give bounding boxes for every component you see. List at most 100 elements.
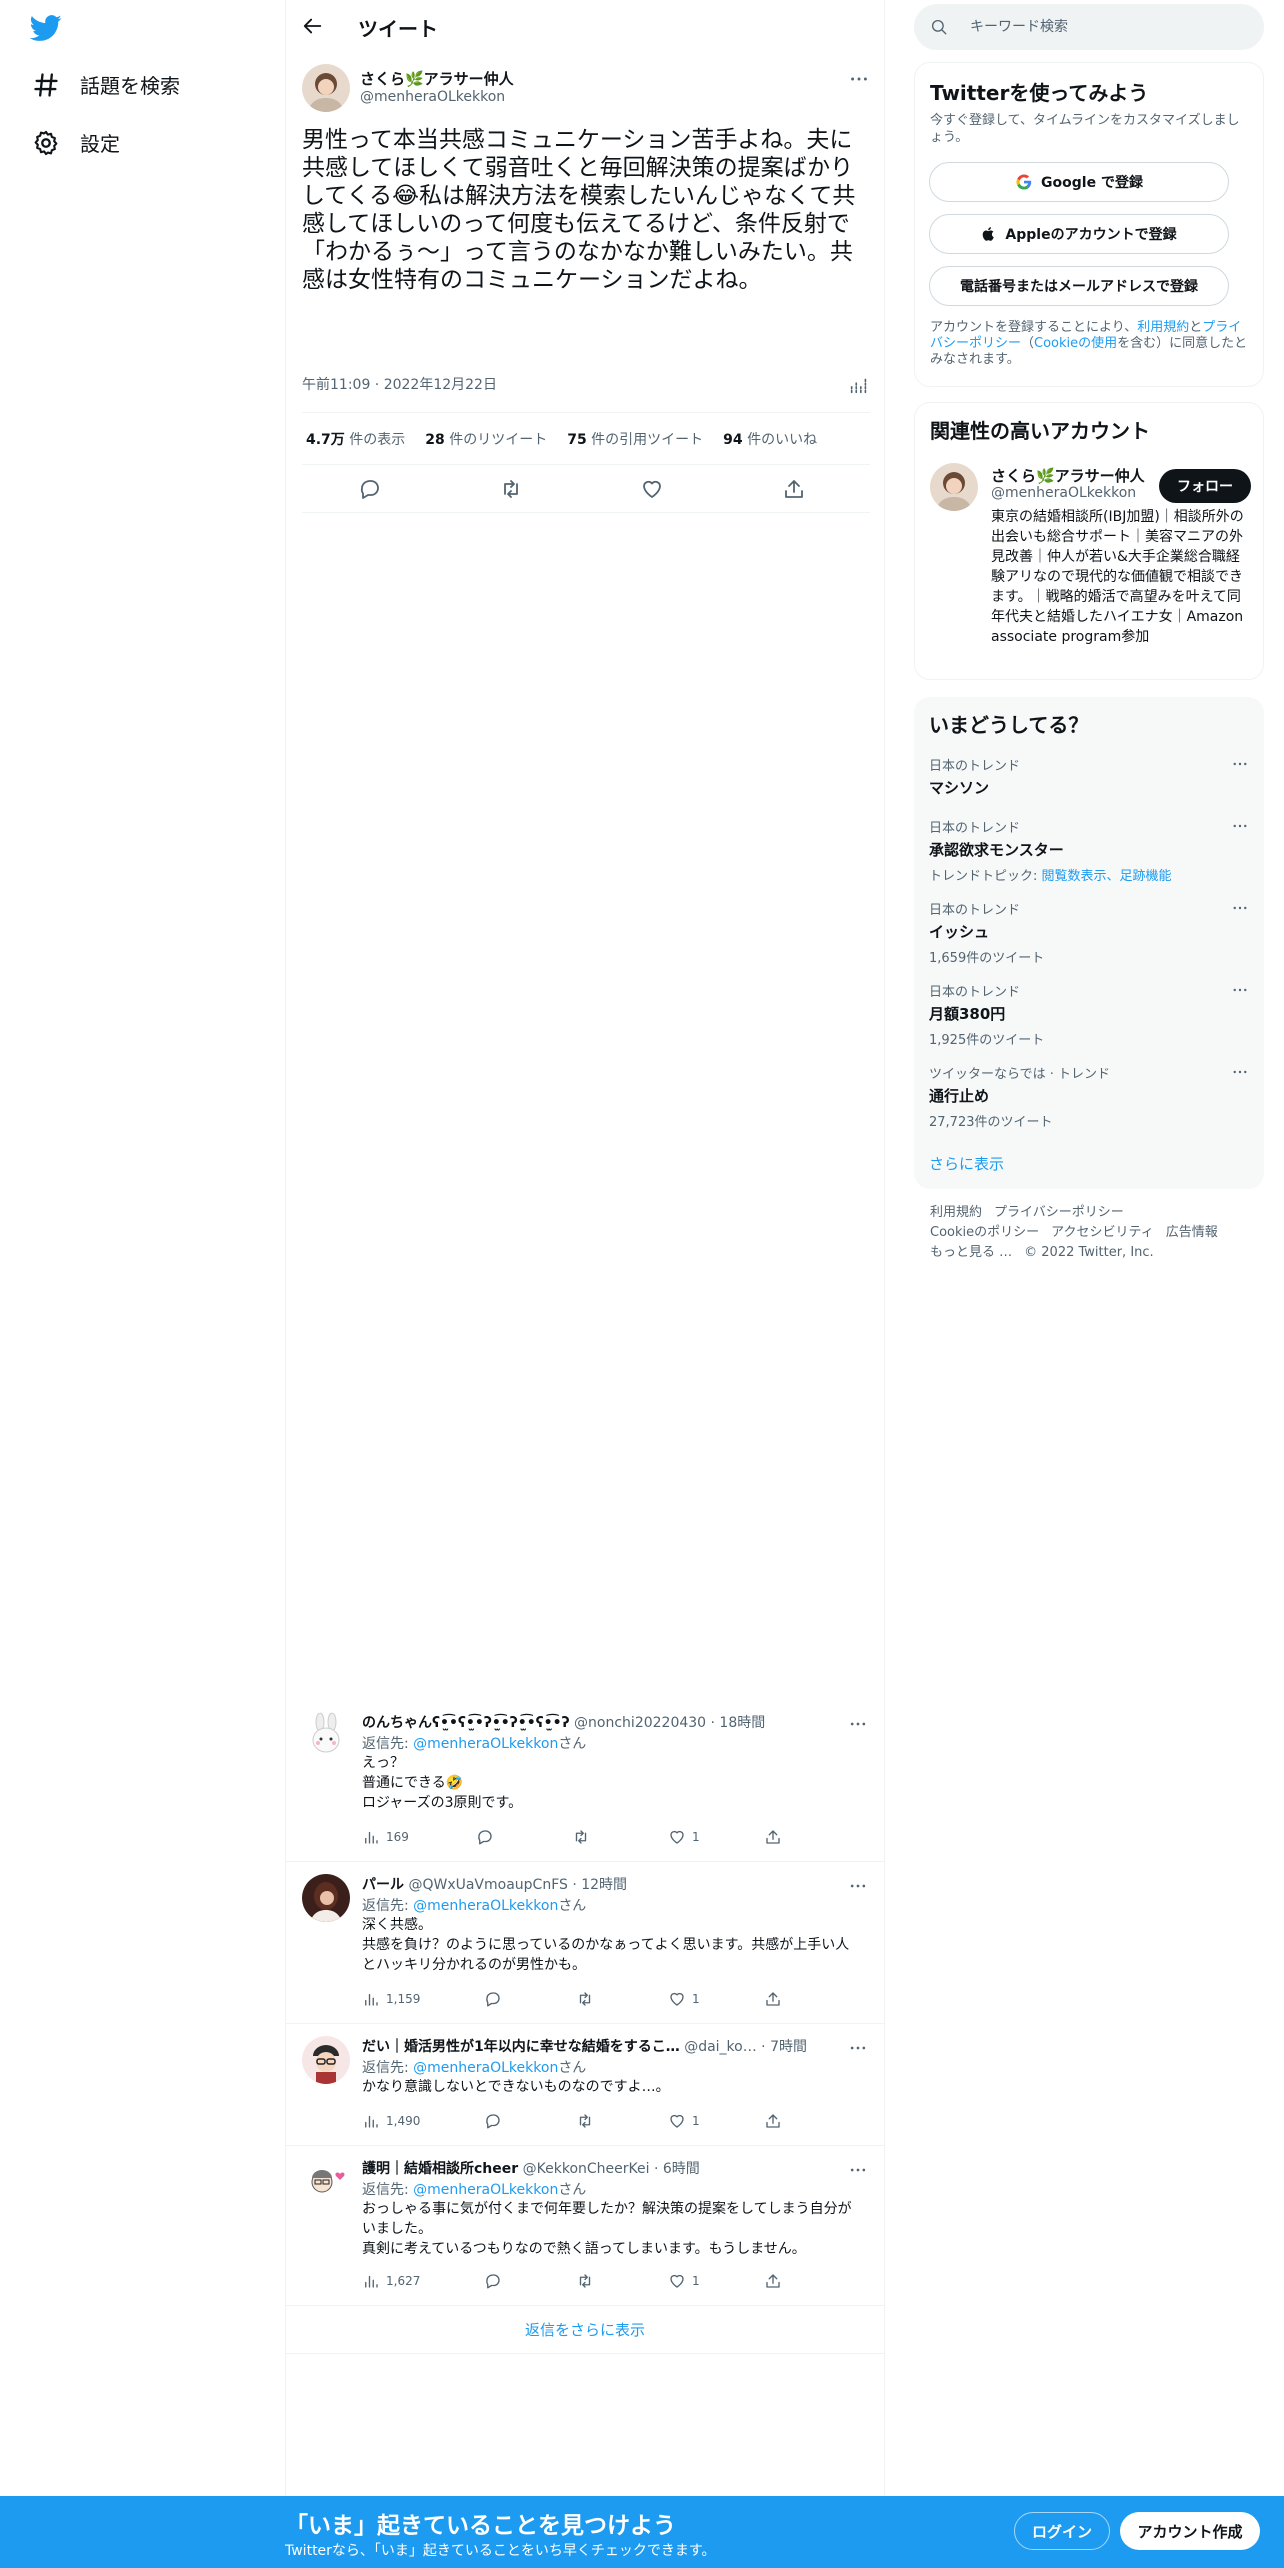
reply-item[interactable]: 護明｜結婚相談所cheer @KekkonCheerKei · 6時間 返信先:… [286,2146,884,2306]
reply-to-handle-link[interactable]: @menheraOLkekkon [413,1736,558,1752]
retweet-icon[interactable] [576,2272,594,2290]
avatar[interactable] [302,2036,350,2084]
share-icon[interactable] [764,2272,782,2290]
trend-category: ツイッターならでは · トレンド [929,1067,1111,1082]
analytics-icon[interactable] [848,374,870,396]
stat-views[interactable]: 4.7万 件の表示 [306,429,405,449]
more-options-icon[interactable] [848,1714,868,1734]
likes-count: 1 [692,2114,700,2128]
reply-icon[interactable] [484,2272,502,2290]
retweet-icon[interactable] [572,1828,590,1846]
related-account-name[interactable]: さくら🌿アラサー仲人 [991,465,1151,486]
more-options-icon[interactable] [1231,1063,1249,1081]
footer-link-accessibility[interactable]: アクセシビリティ [1051,1223,1154,1243]
trend-item[interactable]: 日本のトレンド マシソン [929,755,1249,798]
more-options-icon[interactable] [848,68,870,90]
create-account-button[interactable]: アカウント作成 [1120,2512,1260,2550]
retweet-icon[interactable] [499,477,523,501]
reply-icon[interactable] [476,1828,494,1846]
trend-name: 通行止め [929,1087,990,1105]
more-options-icon[interactable] [848,1876,868,1896]
search-bar[interactable] [914,4,1264,50]
reply-icon[interactable] [358,477,382,501]
avatar[interactable] [302,1874,350,1922]
login-button[interactable]: ログイン [1014,2512,1110,2550]
footer-link-terms[interactable]: 利用規約 [930,1203,982,1223]
cookie-link[interactable]: Cookieの使用 [1034,336,1117,351]
analytics-icon [365,2115,378,2128]
reply-actions: 1,490 1 [362,2112,822,2134]
more-options-icon[interactable] [1231,755,1249,773]
retweet-icon[interactable] [576,1990,594,2008]
reply-meta: @nonchi20220430 · 18時間 [574,1715,766,1731]
reply-icon[interactable] [484,2112,502,2130]
reply-to-handle-link[interactable]: @menheraOLkekkon [413,1898,558,1914]
stat-quotes[interactable]: 75 件の引用ツイート [567,429,703,449]
bottom-bar-title: 「いま」起きていることを見つけよう [285,2513,676,2539]
views-button[interactable]: 1,490 [362,2112,420,2130]
reply-icon[interactable] [484,1990,502,2008]
views-button[interactable]: 1,159 [362,1990,420,2008]
reply-to-suffix: さん [558,1736,587,1752]
trend-item[interactable]: 日本のトレンド 承認欲求モンスター トレンドトピック: 閲覧数表示、足跡機能 [929,817,1249,884]
show-more-replies-link[interactable]: 返信をさらに表示 [286,2306,884,2354]
trend-item[interactable]: 日本のトレンド イッシュ 1,659件のツイート [929,899,1249,966]
reply-author-name[interactable]: のんちゃんʕ•̫͡•ʕ•̫͡•ʔ•̫͡•ʔ•̫͡•ʕ•̫͡•ʔ [362,1715,570,1731]
footer-link-more[interactable]: もっと見る … [930,1243,1012,1263]
back-arrow-icon[interactable] [302,15,324,37]
reply-author-name[interactable]: パール [362,1877,404,1893]
tweet-timestamp[interactable]: 午前11:09 · 2022年12月22日 [302,374,497,394]
more-options-icon[interactable] [1231,817,1249,835]
related-account-handle[interactable]: @menheraOLkekkon [991,485,1136,501]
reply-to: 返信先: @menheraOLkekkonさん [362,1733,586,1753]
share-icon[interactable] [764,1990,782,2008]
google-signup-button[interactable]: Google で登録 [929,162,1229,202]
trend-item[interactable]: 日本のトレンド 月額380円 1,925件のツイート [929,981,1249,1048]
stat-retweets[interactable]: 28 件のリツイート [425,429,547,449]
author-name[interactable]: さくら🌿アラサー仲人 [360,68,514,89]
reply-author-name[interactable]: 護明｜結婚相談所cheer [362,2161,518,2177]
more-options-icon[interactable] [1231,899,1249,917]
share-icon[interactable] [764,1828,782,1846]
views-button[interactable]: 169 [362,1828,409,1846]
apple-signup-button[interactable]: Appleのアカウントで登録 [929,214,1229,254]
trend-topics-link[interactable]: 閲覧数表示、足跡機能 [1042,869,1172,884]
avatar[interactable] [302,64,350,112]
more-options-icon[interactable] [848,2038,868,2058]
footer-link-privacy[interactable]: プライバシーポリシー [994,1203,1124,1223]
share-icon[interactable] [764,2112,782,2130]
stat-likes[interactable]: 94 件のいいね [723,429,817,449]
like-button[interactable]: 1 [668,1828,700,1846]
twitter-logo-icon[interactable] [30,12,62,44]
footer-link-ads[interactable]: 広告情報 [1166,1223,1218,1243]
like-icon[interactable] [640,477,664,501]
more-options-icon[interactable] [848,2160,868,2180]
reply-item[interactable]: だい｜婚活男性が1年以内に幸せな結婚をするこ… @dai_ko… · 7時間 返… [286,2024,884,2146]
like-button[interactable]: 1 [668,2112,700,2130]
trend-item[interactable]: ツイッターならでは · トレンド 通行止め 27,723件のツイート [929,1063,1249,1130]
views-count: 169 [386,1830,409,1844]
avatar[interactable] [302,1712,350,1760]
avatar[interactable] [930,463,978,511]
reply-author-name[interactable]: だい｜婚活男性が1年以内に幸せな結婚をするこ… [362,2039,680,2055]
reply-item[interactable]: のんちゃんʕ•̫͡•ʕ•̫͡•ʔ•̫͡•ʔ•̫͡•ʕ•̫͡•ʔ @nonchi2… [286,1700,884,1862]
footer-link-cookie[interactable]: Cookieのポリシー [930,1223,1039,1243]
reply-to-handle-link[interactable]: @menheraOLkekkon [413,2182,558,2198]
reply-item[interactable]: パール @QWxUaVmoaupCnFS · 12時間 返信先: @menher… [286,1862,884,2024]
retweet-icon[interactable] [576,2112,594,2130]
nav-explore[interactable]: 話題を検索 [32,70,180,99]
nav-settings[interactable]: 設定 [32,128,120,157]
reply-to-handle-link[interactable]: @menheraOLkekkon [413,2060,558,2076]
more-options-icon[interactable] [1231,981,1249,999]
like-button[interactable]: 1 [668,1990,700,2008]
follow-button[interactable]: フォロー [1159,469,1251,503]
phone-email-signup-button[interactable]: 電話番号またはメールアドレスで登録 [929,266,1229,306]
views-button[interactable]: 1,627 [362,2272,420,2290]
share-icon[interactable] [782,477,806,501]
avatar[interactable] [302,2158,350,2206]
show-more-trends-link[interactable]: さらに表示 [929,1153,1004,1174]
author-handle[interactable]: @menheraOLkekkon [360,89,505,105]
like-button[interactable]: 1 [668,2272,700,2290]
terms-link[interactable]: 利用規約 [1137,320,1189,335]
search-input[interactable] [970,4,1240,50]
